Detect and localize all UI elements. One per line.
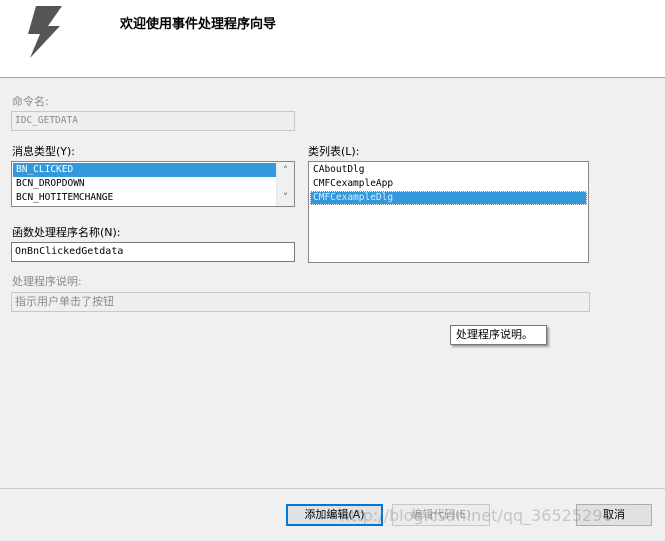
handler-name-input[interactable]: OnBnClickedGetdata <box>11 242 295 262</box>
command-field: IDC_GETDATA <box>11 111 295 131</box>
list-item[interactable]: BCN_DROPDOWN <box>13 177 276 191</box>
list-item[interactable]: BN_CLICKED <box>13 163 276 177</box>
scroll-up-icon[interactable]: ˄ <box>277 162 294 179</box>
lightning-bolt-icon <box>28 6 62 58</box>
message-type-list[interactable]: BN_CLICKED BCN_DROPDOWN BCN_HOTITEMCHANG… <box>11 161 295 207</box>
wizard-title: 欢迎使用事件处理程序向导 <box>120 17 277 32</box>
handler-desc-field: 指示用户单击了按钮 <box>11 292 590 312</box>
handler-desc-label: 处理程序说明: <box>12 275 82 288</box>
class-list[interactable]: CAboutDlg CMFCexampleApp CMFCexampleDlg <box>308 161 589 263</box>
list-item[interactable]: BCN_HOTITEMCHANGE <box>13 191 276 205</box>
description-tooltip: 处理程序说明。 <box>450 325 547 345</box>
message-type-scrollbar[interactable]: ˄ ˅ <box>276 162 294 206</box>
watermark: http://blog.csdn.net/qq_36525296 <box>340 506 613 525</box>
scroll-down-icon[interactable]: ˅ <box>277 189 294 206</box>
list-item[interactable]: CMFCexampleDlg <box>310 191 587 205</box>
footer-divider <box>0 488 665 489</box>
handler-name-label: 函数处理程序名称(N): <box>12 226 121 239</box>
command-label: 命令名: <box>12 95 49 108</box>
wizard-header: 欢迎使用事件处理程序向导 <box>0 0 665 78</box>
list-item[interactable]: CMFCexampleApp <box>310 177 587 191</box>
message-type-label: 消息类型(Y): <box>12 145 76 158</box>
class-list-label: 类列表(L): <box>308 145 360 158</box>
list-item[interactable]: CAboutDlg <box>310 163 587 177</box>
